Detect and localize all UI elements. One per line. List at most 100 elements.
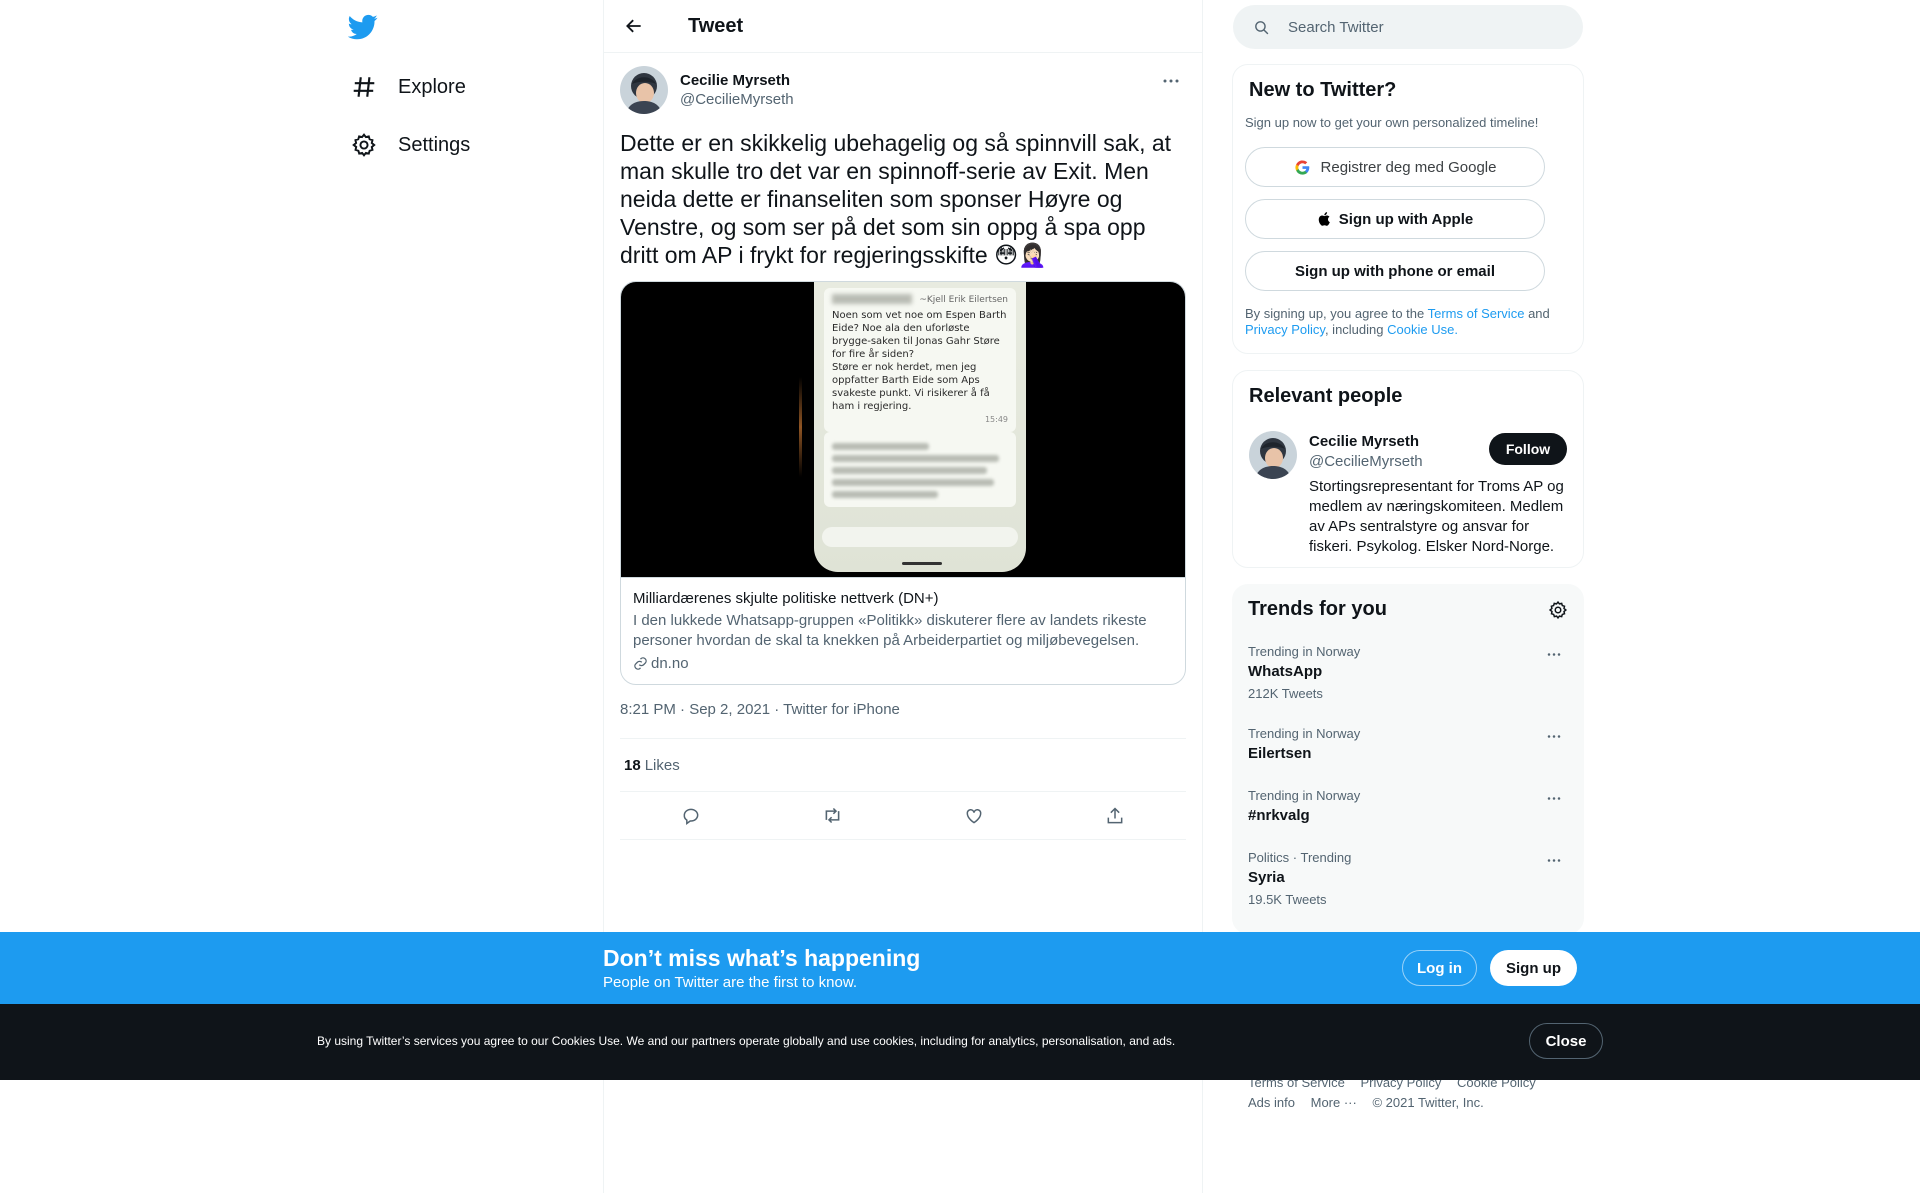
like-icon[interactable]: [957, 799, 991, 833]
whatsapp-message: ~Kjell Erik Eilertsen Noen som vet noe o…: [824, 288, 1016, 432]
signup-panel: New to Twitter? Sign up now to get your …: [1232, 64, 1584, 354]
privacy-link[interactable]: Privacy Policy: [1245, 322, 1325, 337]
likes-label: Likes: [644, 756, 680, 774]
legal-and: and: [1528, 306, 1550, 321]
blurred-message: [824, 432, 1016, 507]
google-signup-button[interactable]: Registrer deg med Google: [1245, 147, 1545, 187]
more-icon[interactable]: [1540, 644, 1568, 664]
avatar[interactable]: [1249, 431, 1297, 479]
link-icon: [633, 656, 648, 671]
trend-item[interactable]: Politics · Trending Syria 19.5K Tweets: [1248, 850, 1568, 907]
message-text: Noen som vet noe om Espen Barth Eide? No…: [832, 310, 1007, 412]
banner-subtitle: People on Twitter are the first to know.: [603, 974, 858, 991]
phone-signup-label: Sign up with phone or email: [1294, 262, 1495, 280]
trend-context: Trending in Norway: [1248, 644, 1361, 659]
footer-more-link[interactable]: More ···: [1311, 1095, 1357, 1110]
google-icon: [1294, 159, 1311, 176]
relevant-bio: Stortingsrepresentant for Troms AP og me…: [1309, 478, 1564, 555]
trend-name: #nrkvalg: [1248, 807, 1310, 824]
nav-explore-label: Explore: [398, 75, 466, 98]
login-button[interactable]: Log in: [1402, 950, 1477, 986]
cookie-use-link[interactable]: Cookie Use.: [1387, 322, 1458, 337]
trend-item[interactable]: Trending in Norway #nrkvalg: [1248, 788, 1568, 824]
card-domain-text: dn.no: [651, 655, 689, 672]
hashtag-icon: [350, 73, 378, 101]
share-icon[interactable]: [1098, 799, 1132, 833]
tweet-text: Dette er en skikkelig ubehagelig og så s…: [620, 130, 1172, 268]
cookie-text: By using Twitter’s services you agree to…: [317, 1034, 1176, 1048]
trend-name: Eilertsen: [1248, 745, 1312, 762]
trend-context: Trending in Norway: [1248, 726, 1361, 741]
legal-including: , including: [1324, 322, 1384, 337]
relevant-people-panel: Relevant people Cecilie Myrseth @Cecilie…: [1232, 370, 1584, 568]
reply-icon[interactable]: [674, 799, 708, 833]
card-domain: dn.no: [633, 655, 1173, 672]
tweet-author[interactable]: Cecilie Myrseth @CecilieMyrseth: [620, 65, 1186, 115]
nav-settings-label: Settings: [398, 133, 471, 156]
apple-signup-button[interactable]: Sign up with Apple: [1245, 199, 1545, 239]
card-body: Milliardærenes skjulte politiske nettver…: [621, 577, 1185, 684]
more-icon[interactable]: [1540, 788, 1568, 808]
trends-title: Trends for you: [1248, 598, 1387, 620]
trend-context: Trending in Norway: [1248, 788, 1361, 803]
trend-name: Syria: [1248, 869, 1285, 886]
signup-legal: By signing up, you agree to the Terms of…: [1245, 306, 1565, 338]
trend-item[interactable]: Trending in Norway Eilertsen: [1248, 726, 1568, 762]
relevant-name[interactable]: Cecilie Myrseth: [1309, 433, 1419, 450]
trend-name: WhatsApp: [1248, 663, 1323, 680]
signup-subtitle: Sign up now to get your own personalized…: [1245, 115, 1539, 130]
trend-count: 19.5K Tweets: [1248, 892, 1327, 907]
cookie-bar: By using Twitter’s services you agree to…: [0, 1004, 1920, 1080]
search-icon: [1253, 19, 1270, 36]
relevant-title: Relevant people: [1249, 385, 1403, 407]
search-input[interactable]: [1288, 18, 1548, 36]
apple-signup-label: Sign up with Apple: [1338, 210, 1474, 228]
gear-icon[interactable]: [1548, 600, 1568, 620]
trends-panel: Trends for you Trending in Norway WhatsA…: [1232, 584, 1584, 934]
footer-copyright: © 2021 Twitter, Inc.: [1372, 1095, 1484, 1110]
card-title: Milliardærenes skjulte politiske nettver…: [633, 590, 939, 607]
trend-count: 212K Tweets: [1248, 686, 1323, 701]
message-sender: ~Kjell Erik Eilertsen: [919, 295, 1008, 305]
page-title: Tweet: [688, 14, 744, 37]
trend-context: Politics · Trending: [1248, 850, 1352, 865]
footer-links-2: Ads info More ··· © 2021 Twitter, Inc.: [1248, 1095, 1496, 1110]
google-signup-label: Registrer deg med Google: [1320, 158, 1497, 176]
close-button[interactable]: Close: [1529, 1023, 1603, 1059]
message-time: 15:49: [984, 415, 1008, 424]
signup-title: New to Twitter?: [1249, 79, 1397, 101]
phone-signup-button[interactable]: Sign up with phone or email: [1245, 251, 1545, 291]
author-name[interactable]: Cecilie Myrseth: [680, 72, 794, 89]
signup-button[interactable]: Sign up: [1490, 950, 1577, 986]
tweet-header: Tweet: [604, 0, 1202, 53]
more-icon[interactable]: [1156, 71, 1186, 91]
card-description: I den lukkede Whatsapp-gruppen «Politikk…: [633, 612, 1147, 649]
banner-headline: Don’t miss what’s happening: [603, 945, 921, 971]
nav-settings[interactable]: Settings: [340, 121, 482, 169]
likes-count: 18: [624, 756, 641, 774]
follow-button[interactable]: Follow: [1489, 433, 1567, 465]
tweet-timestamp[interactable]: 8:21 PM · Sep 2, 2021 · Twitter for iPho…: [620, 701, 900, 718]
terms-link[interactable]: Terms of Service: [1428, 306, 1525, 321]
nav-explore[interactable]: Explore: [340, 63, 478, 111]
tweet-meta: 8:21 PM · Sep 2, 2021 · Twitter for iPho…: [620, 701, 1186, 739]
card-image: ~Kjell Erik Eilertsen Noen som vet noe o…: [621, 282, 1185, 577]
likes-row[interactable]: 18 Likes: [620, 739, 1186, 792]
back-arrow-icon[interactable]: [620, 12, 648, 40]
trend-item[interactable]: Trending in Norway WhatsApp 212K Tweets: [1248, 644, 1568, 701]
twitter-bird-icon[interactable]: [347, 12, 382, 42]
more-icon[interactable]: [1540, 850, 1568, 870]
link-card[interactable]: ~Kjell Erik Eilertsen Noen som vet noe o…: [620, 281, 1186, 685]
footer-ads-link[interactable]: Ads info: [1248, 1095, 1295, 1110]
phone-screenshot: ~Kjell Erik Eilertsen Noen som vet noe o…: [814, 282, 1026, 572]
relevant-handle[interactable]: @CecilieMyrseth: [1309, 453, 1423, 470]
retweet-icon[interactable]: [815, 799, 849, 833]
apple-icon: [1317, 211, 1333, 227]
more-icon[interactable]: [1540, 726, 1568, 746]
tweet-actions: [620, 792, 1186, 840]
legal-prefix: By signing up, you agree to the: [1245, 306, 1425, 321]
author-handle[interactable]: @CecilieMyrseth: [680, 91, 794, 108]
avatar[interactable]: [620, 66, 668, 114]
search-box[interactable]: [1233, 5, 1583, 49]
page: Explore Settings Tweet Cecilie Myrseth @…: [0, 0, 1920, 1193]
